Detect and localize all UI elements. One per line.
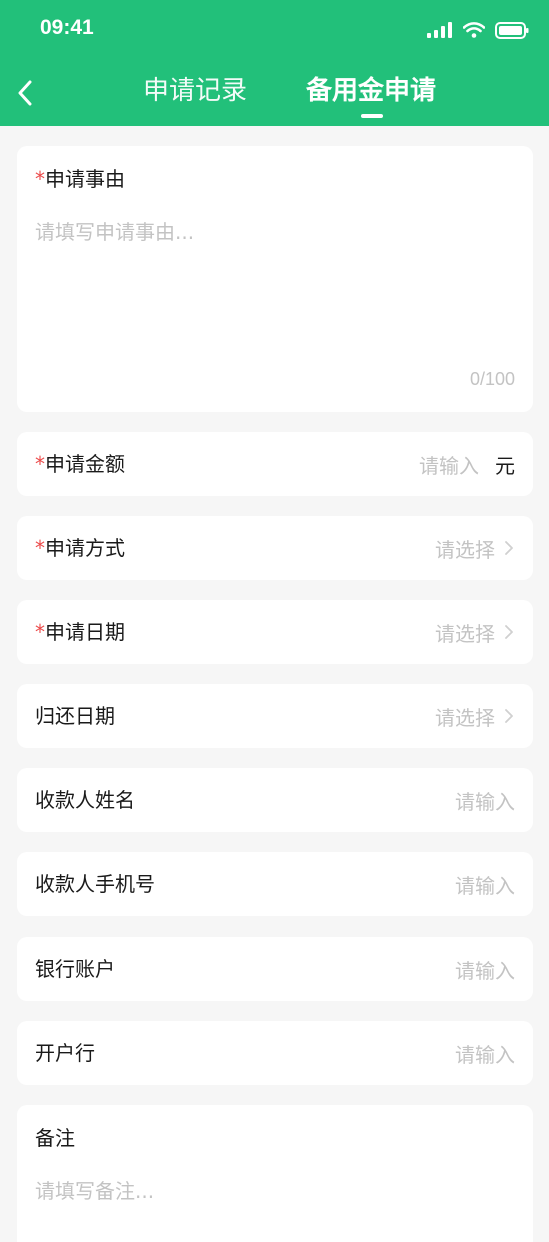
amount-row[interactable]: *申请金额 请输入 元 [17, 432, 533, 496]
remark-label: 备注 [35, 1126, 75, 1150]
payee-name-label: 收款人姓名 [35, 788, 135, 812]
return-date-select[interactable]: 请选择 [435, 702, 495, 731]
status-icons [427, 18, 529, 42]
bank-branch-row[interactable]: 开户行 请输入 [17, 1021, 533, 1085]
return-date-label: 归还日期 [35, 704, 115, 728]
apply-date-select[interactable]: 请选择 [435, 618, 495, 647]
payee-phone-input[interactable]: 请输入 [455, 870, 515, 899]
method-label: *申请方式 [35, 536, 125, 560]
chevron-left-icon [18, 80, 32, 106]
bank-branch-input[interactable]: 请输入 [455, 1039, 515, 1068]
bank-account-row[interactable]: 银行账户 请输入 [17, 937, 533, 1001]
amount-unit: 元 [495, 453, 515, 478]
required-mark: * [35, 620, 45, 644]
tab-application-records[interactable]: 申请记录 [143, 74, 247, 108]
payee-name-input[interactable]: 请输入 [455, 786, 515, 815]
bank-account-label: 银行账户 [35, 957, 115, 981]
required-mark: * [35, 167, 45, 191]
amount-input[interactable]: 请输入 [419, 450, 479, 479]
amount-label: *申请金额 [35, 452, 125, 476]
app-header: 09:41 申请记录 备用金申请 [0, 0, 549, 126]
required-mark: * [35, 536, 45, 560]
reason-label: *申请事由 [35, 167, 125, 191]
reason-textarea[interactable]: 请填写申请事由... [35, 216, 194, 245]
active-tab-indicator [361, 114, 383, 118]
payee-phone-row[interactable]: 收款人手机号 请输入 [17, 852, 533, 916]
reason-card: *申请事由 请填写申请事由... 0/100 [17, 146, 533, 412]
battery-icon [495, 21, 529, 39]
bank-account-input[interactable]: 请输入 [455, 955, 515, 984]
signal-icon [427, 22, 452, 38]
required-mark: * [35, 452, 45, 476]
payee-phone-label: 收款人手机号 [35, 872, 155, 896]
method-select[interactable]: 请选择 [435, 534, 495, 563]
chevron-right-icon [503, 707, 515, 725]
remark-card: 备注 请填写备注... [17, 1105, 533, 1242]
reason-char-counter: 0/100 [469, 369, 515, 389]
bank-branch-label: 开户行 [35, 1041, 95, 1065]
apply-date-row[interactable]: *申请日期 请选择 [17, 600, 533, 664]
tab-petty-cash-application[interactable]: 备用金申请 [306, 74, 436, 108]
chevron-right-icon [503, 539, 515, 557]
payee-name-row[interactable]: 收款人姓名 请输入 [17, 768, 533, 832]
apply-date-label: *申请日期 [35, 620, 125, 644]
return-date-row[interactable]: 归还日期 请选择 [17, 684, 533, 748]
status-time: 09:41 [40, 16, 94, 39]
wifi-icon [463, 22, 485, 38]
remark-textarea[interactable]: 请填写备注... [35, 1175, 154, 1204]
chevron-right-icon [503, 623, 515, 641]
back-button[interactable] [10, 76, 40, 110]
method-row[interactable]: *申请方式 请选择 [17, 516, 533, 580]
